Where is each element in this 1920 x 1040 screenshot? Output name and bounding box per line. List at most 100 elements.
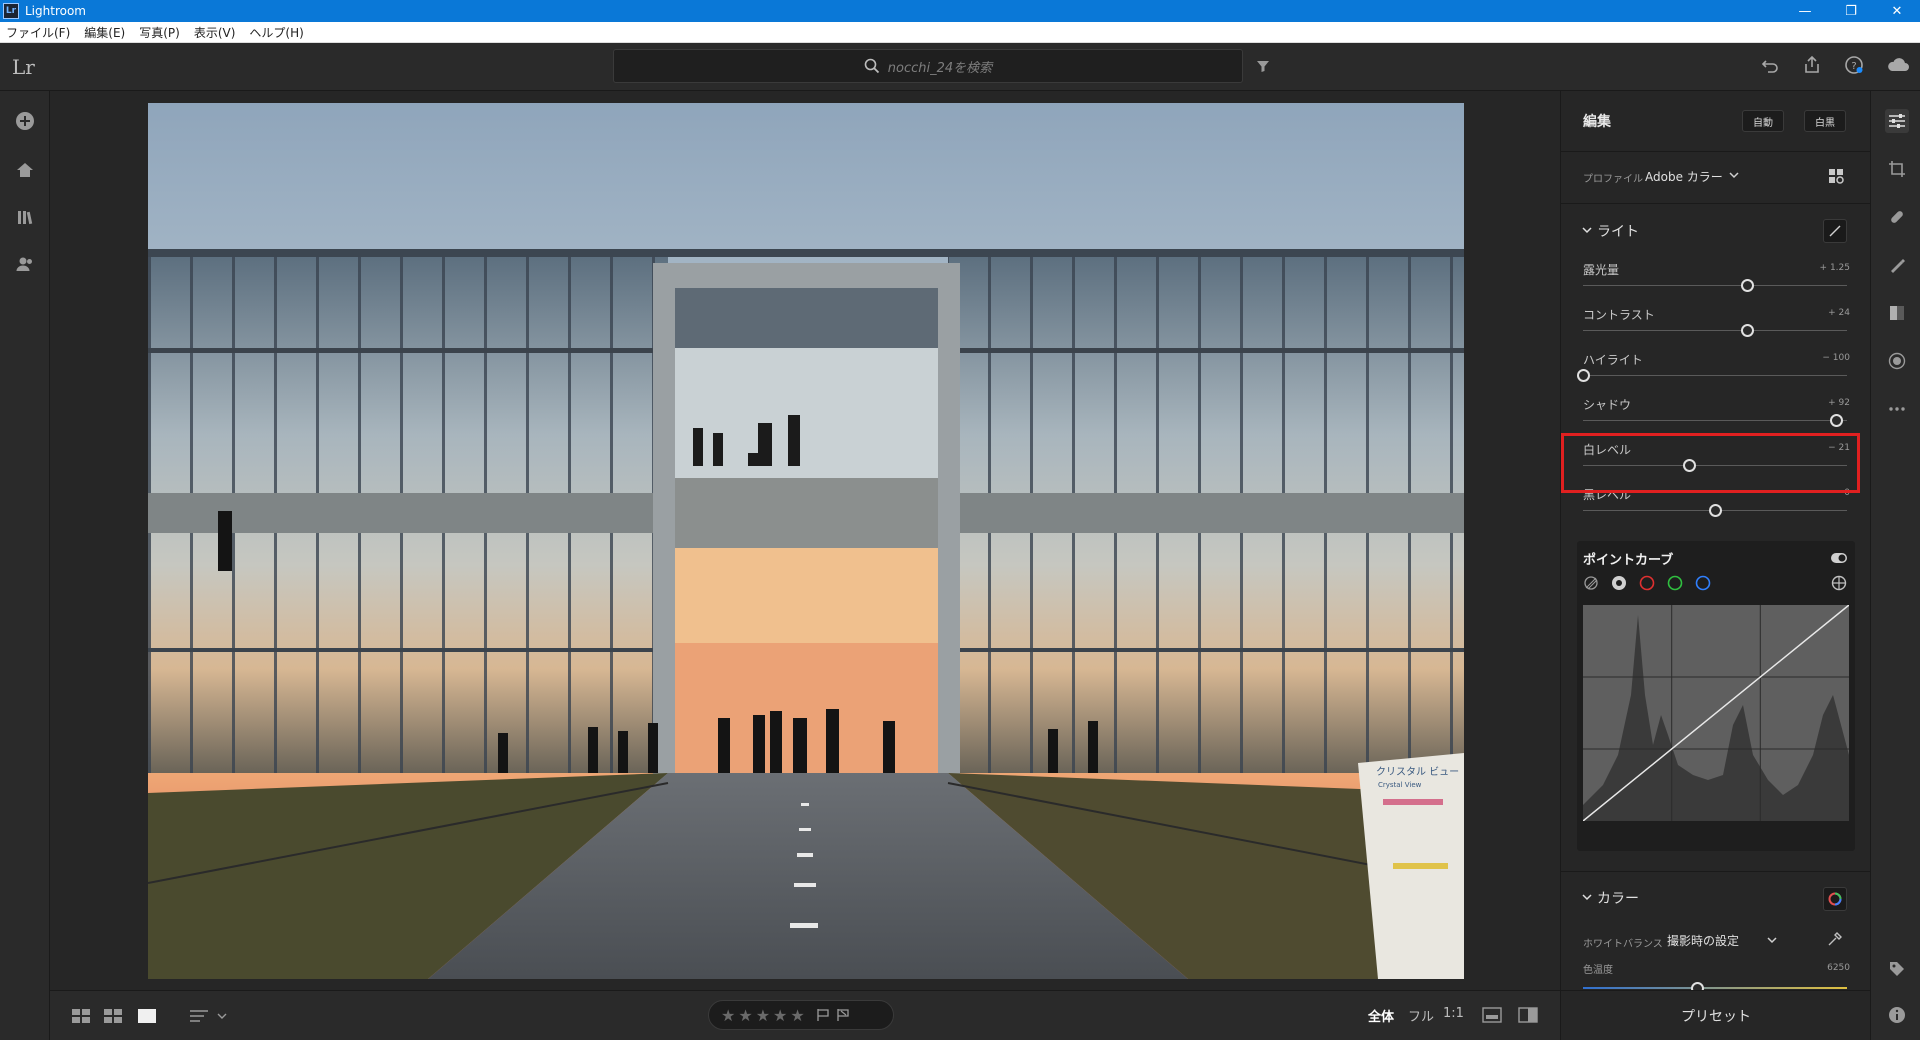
linear-gradient-icon[interactable] (1885, 301, 1909, 325)
flag-pick-icon[interactable] (816, 1008, 830, 1022)
eyedropper-icon[interactable] (1827, 931, 1843, 947)
light-section-title[interactable]: ライト (1597, 221, 1639, 241)
svg-text:?: ? (1851, 61, 1856, 72)
star-2[interactable]: ★ (738, 1006, 752, 1025)
edit-panel-title: 編集 (1583, 114, 1611, 130)
blue-channel-icon[interactable] (1695, 575, 1711, 591)
menu-view[interactable]: 表示(V) (194, 24, 236, 41)
targeted-adjustment-icon[interactable] (1831, 575, 1847, 591)
highlights-value[interactable]: − 100 (1822, 353, 1850, 363)
whites-value[interactable]: − 21 (1828, 443, 1850, 453)
menu-file[interactable]: ファイル(F) (6, 24, 70, 41)
search-input[interactable]: nocchi_24を検索 (613, 49, 1243, 83)
light-collapse-icon[interactable] (1582, 226, 1592, 234)
brush-icon[interactable] (1885, 253, 1909, 277)
white-balance-dropdown[interactable]: 撮影時の設定 (1667, 932, 1739, 949)
shadows-slider-knob[interactable] (1830, 414, 1844, 427)
help-icon[interactable]: ? (1844, 55, 1864, 75)
sort-icon[interactable] (190, 1008, 230, 1024)
star-3[interactable]: ★ (756, 1006, 770, 1025)
zoom-fill[interactable]: フル (1408, 1006, 1434, 1025)
whites-slider-knob[interactable] (1682, 459, 1696, 472)
menu-photo[interactable]: 写真(P) (139, 24, 180, 41)
profile-dropdown[interactable]: Adobe カラー (1645, 168, 1723, 185)
title-bar: Lr Lightroom — ❐ ✕ (0, 0, 1920, 22)
shadows-slider[interactable] (1583, 414, 1847, 427)
whites-slider[interactable] (1583, 459, 1847, 472)
top-toolbar: Lr nocchi_24を検索 ? (0, 43, 1920, 91)
exposure-slider[interactable] (1583, 279, 1847, 292)
curve-toggle-icon[interactable] (1831, 553, 1847, 563)
compare-icon[interactable] (1518, 1007, 1538, 1023)
crop-icon[interactable] (1885, 157, 1909, 181)
undo-icon[interactable] (1760, 55, 1780, 75)
photo-sign-subtitle: Crystal View (1378, 781, 1422, 789)
parametric-curve-icon[interactable] (1583, 575, 1599, 591)
photo-grid-icon[interactable] (104, 1008, 122, 1024)
highlights-slider[interactable] (1577, 369, 1847, 382)
cloud-sync-icon[interactable] (1886, 55, 1910, 75)
bottom-toolbar: ★ ★ ★ ★ ★ 全体 フル 1:1 (50, 990, 1560, 1040)
rating-and-flag: ★ ★ ★ ★ ★ (708, 1000, 894, 1030)
tone-curve-toggle-icon[interactable] (1823, 219, 1847, 243)
people-icon[interactable] (13, 252, 37, 276)
square-grid-icon[interactable] (72, 1008, 90, 1024)
blacks-label: 黒レベル (1583, 488, 1632, 502)
edit-sliders-icon[interactable] (1885, 109, 1909, 133)
healing-icon[interactable] (1885, 205, 1909, 229)
blacks-slider-knob[interactable] (1709, 504, 1722, 517)
add-photos-icon[interactable] (13, 109, 37, 133)
contrast-slider-knob[interactable] (1740, 324, 1754, 337)
point-curve-title: ポイントカーブ (1583, 553, 1674, 568)
presets-button[interactable]: プリセット (1561, 990, 1870, 1040)
more-options-icon[interactable] (1885, 397, 1909, 421)
menu-edit[interactable]: 編集(E) (84, 24, 125, 41)
blacks-slider[interactable] (1583, 504, 1847, 517)
auto-button[interactable]: 自動 (1742, 110, 1784, 132)
temperature-slider[interactable] (1583, 982, 1847, 995)
exposure-slider-knob[interactable] (1740, 279, 1754, 292)
exposure-value[interactable]: + 1.25 (1820, 263, 1850, 273)
filter-icon[interactable] (1255, 58, 1271, 74)
color-mixer-icon[interactable] (1823, 887, 1847, 911)
contrast-slider[interactable] (1583, 324, 1847, 337)
zoom-fit[interactable]: 全体 (1368, 1006, 1394, 1025)
home-icon[interactable] (13, 158, 37, 182)
detail-view-icon[interactable] (138, 1008, 156, 1024)
shadows-value[interactable]: + 92 (1828, 398, 1850, 408)
curve-graph[interactable] (1583, 605, 1849, 821)
menu-bar: ファイル(F) 編集(E) 写真(P) 表示(V) ヘルプ(H) (0, 22, 1920, 43)
chevron-down-icon[interactable] (1729, 171, 1739, 179)
zoom-1-to-1[interactable]: 1:1 (1443, 1006, 1464, 1021)
search-placeholder: nocchi_24を検索 (887, 60, 993, 76)
flag-reject-icon[interactable] (836, 1008, 850, 1022)
profile-browser-icon[interactable] (1827, 167, 1845, 185)
star-4[interactable]: ★ (773, 1006, 787, 1025)
green-channel-icon[interactable] (1667, 575, 1683, 591)
share-icon[interactable] (1802, 55, 1822, 75)
restore-button[interactable]: ❐ (1828, 0, 1874, 22)
close-button[interactable]: ✕ (1874, 0, 1920, 22)
keyword-tag-icon[interactable] (1885, 957, 1909, 981)
lightroom-app-icon: Lr (3, 3, 19, 19)
wb-chevron-down-icon[interactable] (1767, 936, 1777, 944)
bw-button[interactable]: 白黒 (1804, 110, 1846, 132)
rgb-channel-icon[interactable] (1611, 575, 1627, 591)
exposure-label: 露光量 (1583, 263, 1620, 277)
highlights-label: ハイライト (1583, 353, 1643, 367)
blacks-value[interactable]: 0 (1844, 488, 1850, 498)
menu-help[interactable]: ヘルプ(H) (249, 24, 303, 41)
library-icon[interactable] (13, 205, 37, 229)
minimize-button[interactable]: — (1782, 0, 1828, 22)
highlights-slider-knob[interactable] (1577, 369, 1590, 382)
color-section-title[interactable]: カラー (1597, 888, 1639, 908)
red-channel-icon[interactable] (1639, 575, 1655, 591)
star-5[interactable]: ★ (790, 1006, 804, 1025)
info-icon[interactable] (1885, 1003, 1909, 1027)
star-1[interactable]: ★ (721, 1006, 735, 1025)
info-overlay-icon[interactable] (1482, 1007, 1502, 1023)
radial-gradient-icon[interactable] (1885, 349, 1909, 373)
contrast-value[interactable]: + 24 (1828, 308, 1850, 318)
left-sidebar (0, 91, 50, 1040)
color-collapse-icon[interactable] (1582, 893, 1592, 901)
